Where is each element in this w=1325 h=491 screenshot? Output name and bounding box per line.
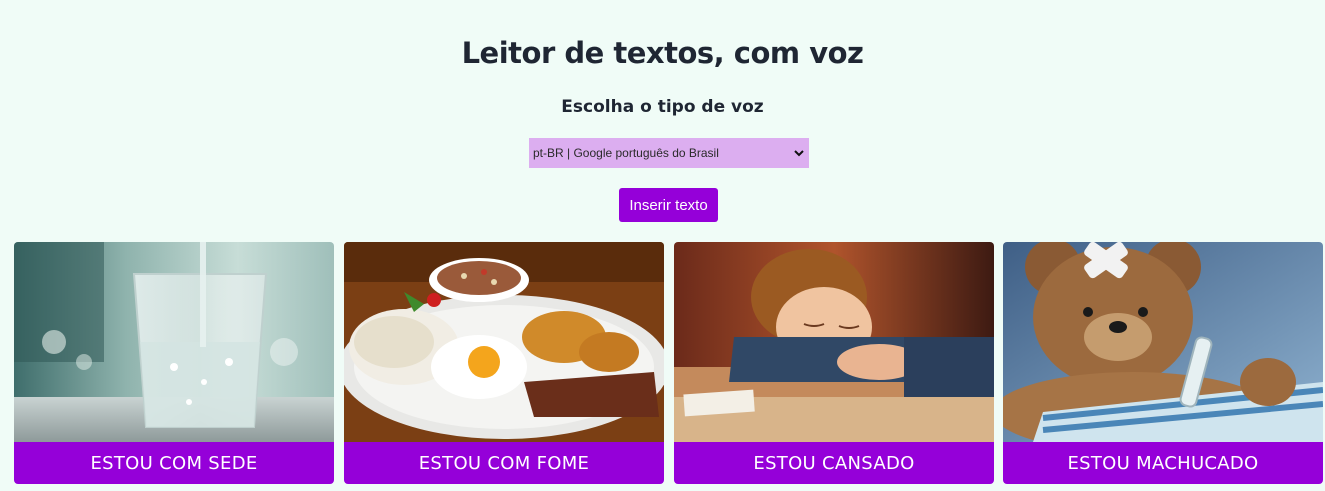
card-tired[interactable]: ESTOU CANSADO [674,242,994,484]
plate-of-food-image [344,242,664,442]
card-hungry-label: ESTOU COM FOME [344,442,664,484]
card-thirsty[interactable]: ESTOU COM SEDE [14,242,334,484]
chevron-down-icon [793,147,805,159]
page-title: Leitor de textos, com voz [461,36,864,70]
sleeping-child-image [674,242,994,442]
insert-text-button[interactable]: Inserir texto [619,188,718,222]
hurt-teddy-bear-image [1003,242,1323,442]
glass-of-water-image [14,242,334,442]
voice-select[interactable]: pt-BR | Google português do Brasil [529,138,809,168]
card-hungry[interactable]: ESTOU COM FOME [344,242,664,484]
card-tired-label: ESTOU CANSADO [674,442,994,484]
card-hurt[interactable]: ESTOU MACHUCADO [1003,242,1323,484]
voice-select-value: pt-BR | Google português do Brasil [533,146,719,160]
card-hurt-label: ESTOU MACHUCADO [1003,442,1323,484]
voice-type-heading: Escolha o tipo de voz [561,97,764,117]
card-thirsty-label: ESTOU COM SEDE [14,442,334,484]
